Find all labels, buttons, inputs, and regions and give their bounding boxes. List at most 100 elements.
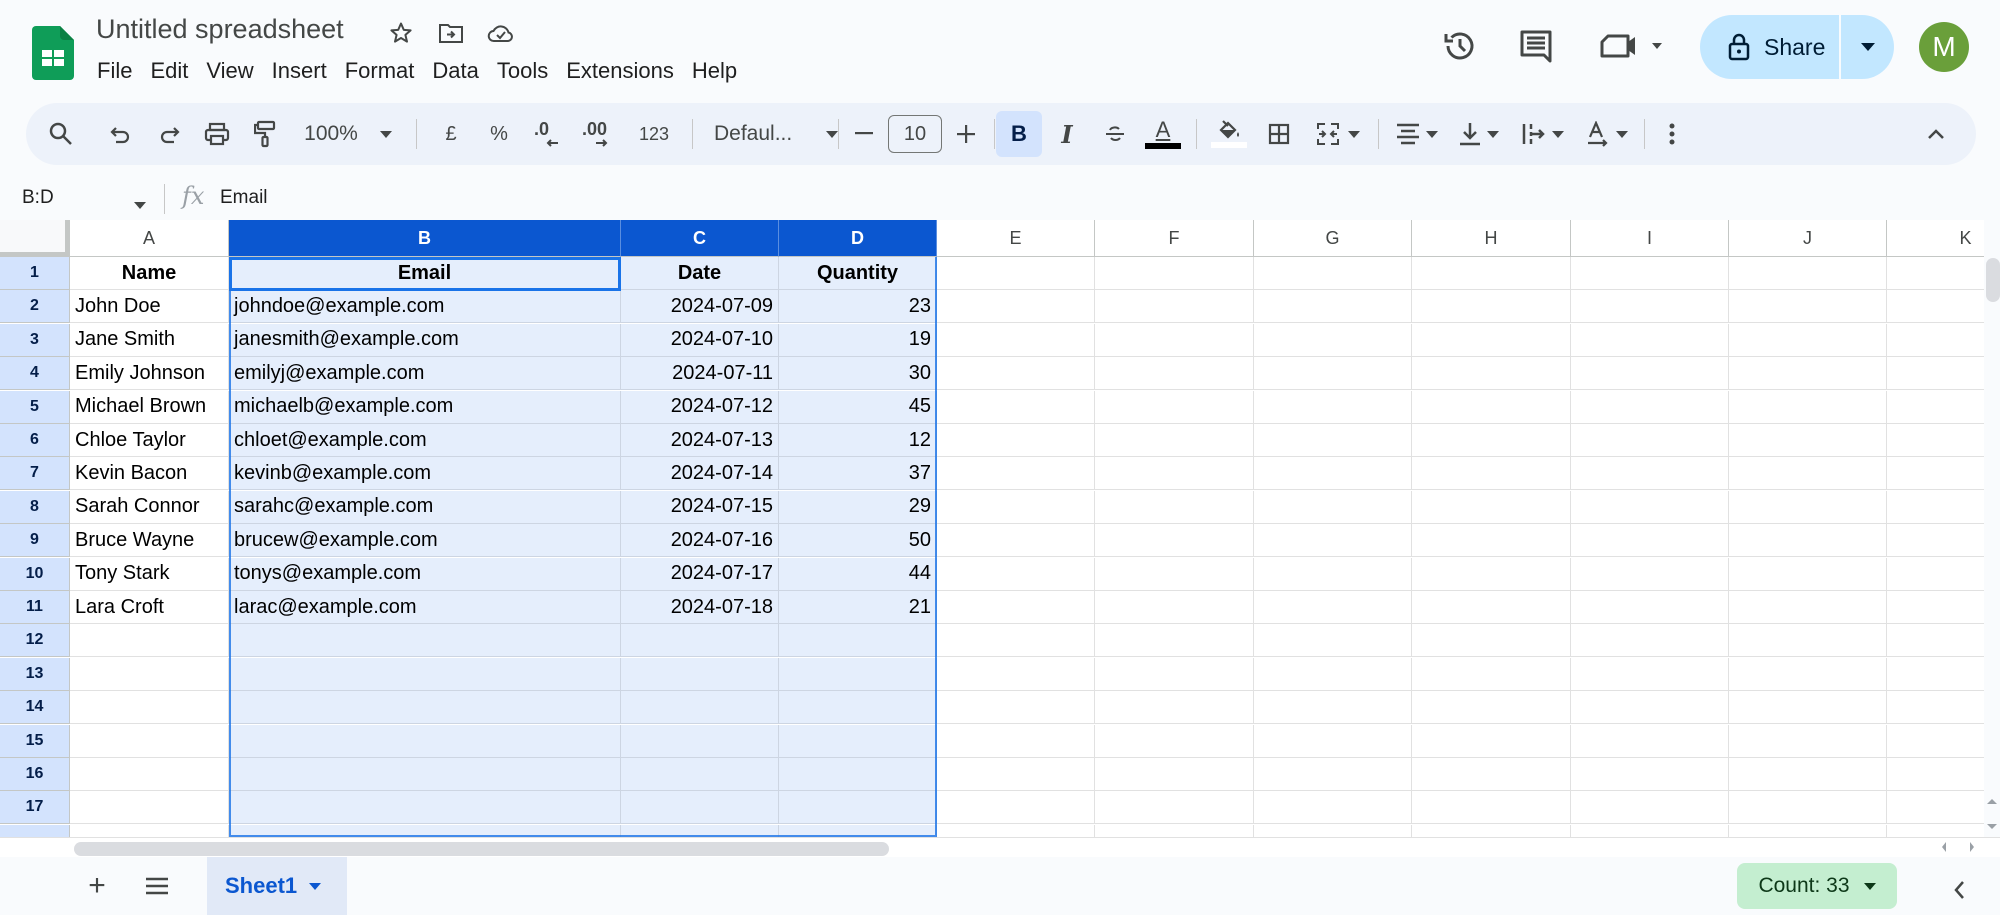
cell-j15[interactable] [1729, 724, 1887, 758]
scroll-down-arrow[interactable] [1986, 818, 1998, 836]
move-folder-icon[interactable] [436, 18, 466, 48]
cell-a18[interactable] [70, 824, 229, 837]
cell-a13[interactable] [70, 657, 229, 691]
menu-insert[interactable]: Insert [263, 56, 336, 86]
cell-c7[interactable]: 2024-07-14 [621, 457, 779, 491]
cell-e17[interactable] [937, 791, 1095, 825]
row-header[interactable]: 1 [0, 257, 70, 290]
cell-b11[interactable]: larac@example.com [229, 591, 621, 624]
column-header-c[interactable]: C [621, 220, 779, 257]
cell-d15[interactable] [779, 724, 937, 758]
cell-a14[interactable] [70, 691, 229, 725]
cell-f10[interactable] [1095, 557, 1254, 591]
cell-e13[interactable] [937, 657, 1095, 691]
cell-a12[interactable] [70, 624, 229, 658]
cell-a4[interactable]: Emily Johnson [70, 357, 229, 391]
cell-d6[interactable]: 12 [779, 424, 937, 457]
cell-e2[interactable] [937, 290, 1095, 324]
cell-j8[interactable] [1729, 490, 1887, 524]
cell-b12[interactable] [229, 624, 621, 658]
search-menus-button[interactable] [40, 111, 82, 157]
cell-g7[interactable] [1254, 457, 1412, 491]
undo-button[interactable] [100, 111, 142, 157]
spreadsheet-grid[interactable]: ABCDEFGHIJK 1 2 3 4 5 6 7 8 9 10 11 12 13 14 15 16 17 Na… [0, 220, 1984, 837]
select-all-corner[interactable] [0, 220, 70, 257]
column-header-i[interactable]: I [1571, 220, 1729, 257]
cell-a15[interactable] [70, 724, 229, 758]
increase-decimal-button[interactable]: .00 [574, 111, 624, 157]
cell-i15[interactable] [1571, 724, 1729, 758]
cell-h15[interactable] [1412, 724, 1571, 758]
formula-input[interactable]: Email [220, 187, 268, 209]
cell-f13[interactable] [1095, 657, 1254, 691]
cell-e4[interactable] [937, 357, 1095, 391]
cell-b13[interactable] [229, 657, 621, 691]
cell-k17[interactable] [1887, 791, 1984, 825]
borders-button[interactable] [1258, 111, 1300, 157]
cell-f18[interactable] [1095, 824, 1254, 837]
column-header-b[interactable]: B [229, 220, 621, 257]
cell-d7[interactable]: 37 [779, 457, 937, 491]
cell-e14[interactable] [937, 691, 1095, 725]
share-dropdown-button[interactable] [1841, 43, 1894, 51]
cell-f2[interactable] [1095, 290, 1254, 324]
cell-b9[interactable]: brucew@example.com [229, 524, 621, 558]
row-header[interactable]: 16 [0, 758, 70, 791]
cell-i1[interactable] [1571, 257, 1729, 290]
cell-d8[interactable]: 29 [779, 490, 937, 524]
cell-d14[interactable] [779, 691, 937, 725]
cell-a17[interactable] [70, 791, 229, 825]
cell-k9[interactable] [1887, 524, 1984, 558]
scroll-left-arrow[interactable] [1940, 840, 1948, 858]
cell-j3[interactable] [1729, 323, 1887, 357]
cell-g2[interactable] [1254, 290, 1412, 324]
strikethrough-button[interactable] [1094, 111, 1136, 157]
paint-format-button[interactable] [244, 111, 286, 157]
row-header[interactable]: 10 [0, 557, 70, 591]
cell-b1[interactable]: Email [229, 257, 621, 290]
cell-c18[interactable] [621, 824, 779, 837]
cell-d4[interactable]: 30 [779, 357, 937, 391]
cell-d12[interactable] [779, 624, 937, 658]
cell-k11[interactable] [1887, 591, 1984, 624]
sheets-logo[interactable] [32, 26, 74, 80]
cell-e15[interactable] [937, 724, 1095, 758]
name-box[interactable]: B:D [22, 187, 54, 209]
cell-f6[interactable] [1095, 424, 1254, 457]
cell-g8[interactable] [1254, 490, 1412, 524]
cell-d9[interactable]: 50 [779, 524, 937, 558]
row-header[interactable]: 2 [0, 290, 70, 324]
fill-color-button[interactable] [1208, 111, 1250, 157]
cell-c3[interactable]: 2024-07-10 [621, 323, 779, 357]
version-history-icon[interactable] [1438, 24, 1482, 68]
selection-stats-button[interactable]: Count: 33 [1737, 863, 1897, 909]
cell-g14[interactable] [1254, 691, 1412, 725]
cell-b3[interactable]: janesmith@example.com [229, 323, 621, 357]
collapse-toolbar-button[interactable] [1916, 111, 1956, 157]
cell-i16[interactable] [1571, 758, 1729, 791]
cell-i18[interactable] [1571, 824, 1729, 837]
cell-c9[interactable]: 2024-07-16 [621, 524, 779, 558]
more-options-button[interactable] [1652, 111, 1692, 157]
row-header[interactable]: 8 [0, 490, 70, 524]
cell-d2[interactable]: 23 [779, 290, 937, 324]
row-header[interactable]: 9 [0, 524, 70, 558]
cell-f3[interactable] [1095, 323, 1254, 357]
cell-b7[interactable]: kevinb@example.com [229, 457, 621, 491]
cell-g18[interactable] [1254, 824, 1412, 837]
bold-button[interactable]: B [996, 111, 1042, 157]
cell-a1[interactable]: Name [70, 257, 229, 290]
text-wrapping-button[interactable] [1514, 111, 1572, 157]
cell-f8[interactable] [1095, 490, 1254, 524]
cell-a11[interactable]: Lara Croft [70, 591, 229, 624]
row-header[interactable]: 11 [0, 591, 70, 624]
print-button[interactable] [196, 111, 238, 157]
cell-g13[interactable] [1254, 657, 1412, 691]
cell-a3[interactable]: Jane Smith [70, 323, 229, 357]
cell-b18[interactable] [229, 824, 621, 837]
cell-h2[interactable] [1412, 290, 1571, 324]
currency-format-button[interactable]: £ [430, 111, 472, 157]
cell-h10[interactable] [1412, 557, 1571, 591]
cell-a10[interactable]: Tony Stark [70, 557, 229, 591]
all-sheets-button[interactable] [142, 868, 172, 904]
